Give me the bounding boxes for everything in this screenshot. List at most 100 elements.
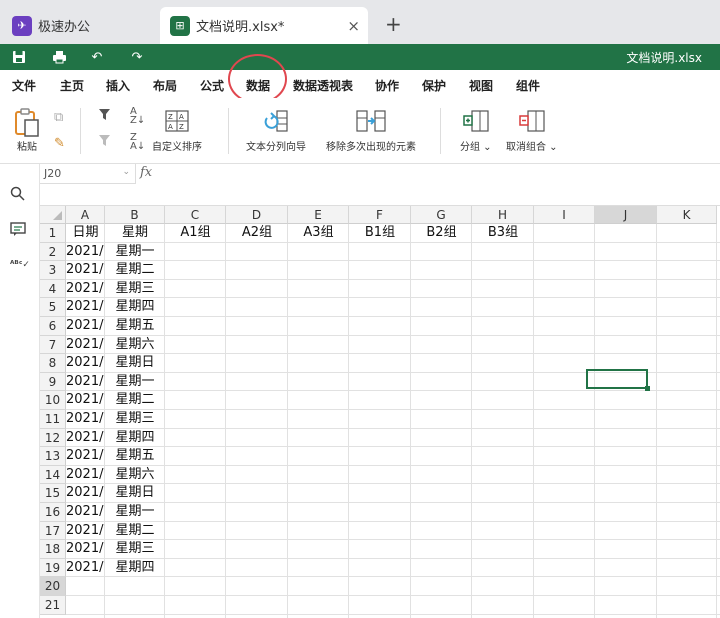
menu-collaborate[interactable]: 协作	[375, 77, 399, 94]
row-header[interactable]: 16	[40, 503, 66, 522]
copy-icon[interactable]: ⧉	[54, 110, 63, 125]
column-header-c[interactable]: C	[165, 206, 226, 224]
menu-insert[interactable]: 插入	[106, 77, 130, 94]
spreadsheet-grid[interactable]: A B C D E F G H I J K 1 日期 星期 A1组 A2组 A3组 B1组 B2组 B3组 2 2021/…	[40, 206, 720, 618]
table-cell[interactable]: 2021/10/23	[66, 336, 105, 355]
menu-home[interactable]: 主页	[60, 77, 84, 94]
table-cell[interactable]: 2021/10/20	[66, 280, 105, 299]
text-to-columns-button[interactable]: 文本分列向导	[246, 110, 306, 153]
ungroup-button[interactable]: 取消组合 ⌄	[506, 110, 558, 153]
row-header[interactable]: 3	[40, 261, 66, 280]
table-cell[interactable]: 2021/10/21	[66, 298, 105, 317]
table-cell[interactable]: 2021/11/2	[66, 522, 105, 541]
table-cell[interactable]: 2021/10/28	[66, 429, 105, 448]
chevron-down-icon[interactable]: ⌄	[122, 167, 130, 177]
row-header[interactable]: 11	[40, 410, 66, 429]
table-cell[interactable]: 星期三	[105, 540, 165, 559]
table-cell[interactable]: 星期一	[105, 243, 165, 262]
sort-ascending-icon[interactable]: A Z↓	[130, 107, 145, 126]
sort-descending-icon[interactable]: Z A↓	[130, 133, 145, 152]
row-header[interactable]: 17	[40, 521, 66, 541]
row-header[interactable]: 4	[40, 279, 66, 299]
comment-icon[interactable]	[10, 222, 26, 241]
table-cell[interactable]: 2021/10/29	[66, 447, 105, 466]
menu-formula[interactable]: 公式	[200, 77, 224, 94]
table-cell[interactable]: 2021/10/18	[66, 243, 105, 262]
format-painter-icon[interactable]: ✎	[54, 136, 65, 151]
table-cell[interactable]: A1组	[165, 224, 226, 243]
print-icon[interactable]	[50, 48, 68, 66]
table-cell[interactable]: 2021/10/26	[66, 391, 105, 410]
select-all-corner[interactable]	[40, 206, 66, 224]
fx-icon[interactable]: fx	[140, 165, 152, 180]
new-tab-button[interactable]: +	[385, 12, 402, 36]
row-header[interactable]: 8	[40, 354, 66, 373]
row-header[interactable]: 19	[40, 558, 66, 578]
table-cell[interactable]: 星期二	[105, 261, 165, 280]
column-header-a[interactable]: A	[66, 206, 105, 224]
row-header[interactable]: 9	[40, 372, 66, 392]
column-header-j[interactable]: J	[595, 206, 657, 224]
row-header[interactable]: 20	[40, 577, 66, 596]
table-cell[interactable]: 星期二	[105, 522, 165, 541]
table-cell[interactable]: 星期六	[105, 466, 165, 485]
search-icon[interactable]	[10, 186, 25, 205]
table-cell[interactable]: 2021/10/19	[66, 261, 105, 280]
menu-file[interactable]: 文件	[12, 77, 36, 94]
close-icon[interactable]: ×	[347, 17, 360, 35]
column-header-f[interactable]: F	[349, 206, 411, 224]
table-cell[interactable]: 星期	[105, 224, 165, 243]
row-header[interactable]: 7	[40, 335, 66, 355]
table-cell[interactable]: 2021/10/25	[66, 373, 105, 392]
table-cell[interactable]: 2021/10/22	[66, 317, 105, 336]
table-cell[interactable]: 2021/10/31	[66, 484, 105, 503]
table-cell[interactable]: A3组	[288, 224, 349, 243]
table-cell[interactable]: 星期五	[105, 317, 165, 336]
table-cell[interactable]: 星期四	[105, 298, 165, 317]
row-header[interactable]: 13	[40, 447, 66, 466]
menu-layout[interactable]: 布局	[153, 77, 177, 94]
table-cell[interactable]: 星期四	[105, 429, 165, 448]
table-cell[interactable]: 日期	[66, 224, 105, 243]
paste-button[interactable]: 粘贴	[14, 108, 40, 153]
column-header-e[interactable]: E	[288, 206, 349, 224]
row-header[interactable]: 10	[40, 391, 66, 410]
column-header-i[interactable]: I	[534, 206, 595, 224]
redo-icon[interactable]: ↷	[128, 48, 146, 66]
row-header[interactable]: 2	[40, 242, 66, 262]
clear-filter-icon[interactable]	[98, 134, 111, 151]
table-cell[interactable]: B3组	[472, 224, 534, 243]
table-cell[interactable]: 星期日	[105, 484, 165, 503]
tab-document[interactable]: ⊞ 文档说明.xlsx* ×	[160, 7, 368, 44]
table-cell[interactable]: 星期二	[105, 391, 165, 410]
remove-duplicates-button[interactable]: 移除多次出现的元素	[326, 110, 416, 153]
column-header-b[interactable]: B	[105, 206, 165, 224]
tab-app-home[interactable]: ✈ 极速办公	[0, 7, 150, 44]
custom-sort-button[interactable]: ZAAZ 自定义排序	[152, 110, 202, 153]
table-cell[interactable]: 2021/11/1	[66, 503, 105, 522]
column-header-d[interactable]: D	[226, 206, 288, 224]
name-box[interactable]: J20 ⌄	[40, 164, 136, 184]
column-header-g[interactable]: G	[411, 206, 472, 224]
table-cell[interactable]: B1组	[349, 224, 411, 243]
table-cell[interactable]: A2组	[226, 224, 288, 243]
filter-icon[interactable]	[98, 108, 111, 125]
table-cell[interactable]: 星期一	[105, 503, 165, 522]
column-header-h[interactable]: H	[472, 206, 534, 224]
table-cell[interactable]: 2021/11/3	[66, 540, 105, 559]
menu-protect[interactable]: 保护	[422, 77, 446, 94]
table-cell[interactable]: 2021/10/30	[66, 466, 105, 485]
table-cell[interactable]: 星期三	[105, 280, 165, 299]
save-icon[interactable]	[10, 48, 28, 66]
row-header[interactable]: 1	[40, 224, 66, 243]
table-cell[interactable]: 星期四	[105, 559, 165, 578]
column-header-k[interactable]: K	[657, 206, 717, 224]
table-cell[interactable]: B2组	[411, 224, 472, 243]
table-cell[interactable]: 2021/11/4	[66, 559, 105, 578]
row-header[interactable]: 21	[40, 596, 66, 615]
table-cell[interactable]: 星期一	[105, 373, 165, 392]
row-header[interactable]: 6	[40, 317, 66, 336]
row-header[interactable]: 15	[40, 484, 66, 503]
menu-view[interactable]: 视图	[469, 77, 493, 94]
table-cell[interactable]: 星期五	[105, 447, 165, 466]
